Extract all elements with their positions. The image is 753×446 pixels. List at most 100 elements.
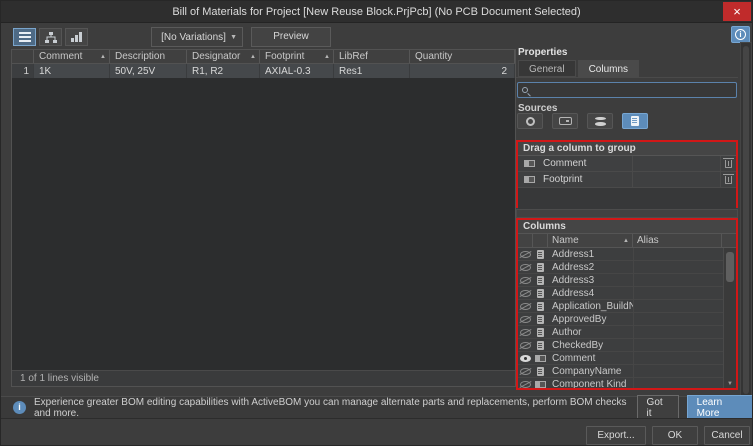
panel-scrollbar[interactable] <box>740 42 752 400</box>
ok-button[interactable]: OK <box>652 426 698 445</box>
export-button[interactable]: Export... <box>586 426 646 445</box>
visibility-eye-icon[interactable] <box>520 303 531 310</box>
cell-footprint[interactable]: AXIAL-0.3 <box>260 64 334 78</box>
list-view-button[interactable] <box>13 28 36 46</box>
tree-view-button[interactable] <box>39 28 62 46</box>
source-document-button[interactable] <box>622 113 648 129</box>
cancel-button[interactable]: Cancel <box>704 426 750 445</box>
info-button[interactable]: i <box>731 26 750 43</box>
group-item-footprint[interactable]: Footprint <box>518 172 736 188</box>
column-config-row[interactable]: Author <box>518 326 736 339</box>
columns-scrollbar[interactable]: ▼ <box>723 248 736 388</box>
column-header-footprint[interactable]: Footprint▲ <box>260 50 334 63</box>
visibility-eye-icon[interactable] <box>520 290 531 297</box>
annotation-rect-group: Drag a column to group Comment Footprint <box>516 140 738 208</box>
column-alias[interactable] <box>633 365 722 377</box>
cell-libref[interactable]: Res1 <box>334 64 410 78</box>
column-config-row[interactable]: CompanyName <box>518 365 736 378</box>
chart-view-button[interactable] <box>65 28 88 46</box>
variations-dropdown[interactable]: [No Variations] ▼ <box>151 27 243 47</box>
column-config-row[interactable]: Address4 <box>518 287 736 300</box>
column-alias[interactable] <box>633 248 722 260</box>
scrollbar-thumb[interactable] <box>726 252 734 282</box>
visibility-eye-icon[interactable] <box>520 329 531 336</box>
got-it-button[interactable]: Got it <box>637 395 679 421</box>
column-icon <box>524 160 535 167</box>
tab-columns[interactable]: Columns <box>578 60 639 77</box>
column-alias[interactable] <box>633 352 722 364</box>
source-database-button[interactable] <box>587 113 613 129</box>
column-alias[interactable] <box>633 326 722 338</box>
column-config-row[interactable]: Address1 <box>518 248 736 261</box>
column-config-row[interactable]: Address3 <box>518 274 736 287</box>
search-box[interactable] <box>517 82 737 98</box>
column-alias[interactable] <box>633 287 722 299</box>
row-number: 1 <box>12 64 34 78</box>
group-item-value <box>632 156 720 171</box>
visibility-eye-icon[interactable] <box>520 316 531 323</box>
column-name: Address2 <box>548 261 633 273</box>
column-alias[interactable] <box>633 378 722 390</box>
dialog-title: Bill of Materials for Project [New Reuse… <box>1 1 752 23</box>
cell-comment[interactable]: 1K <box>34 64 110 78</box>
close-button[interactable]: × <box>723 2 751 21</box>
visibility-eye-icon[interactable] <box>520 381 531 388</box>
delete-group-button[interactable] <box>720 156 736 171</box>
column-header-quantity[interactable]: Quantity <box>410 50 515 63</box>
visibility-column-header <box>518 234 533 247</box>
list-view-icon <box>19 32 31 42</box>
visibility-eye-icon[interactable] <box>520 251 531 258</box>
column-config-row[interactable]: ApprovedBy <box>518 313 736 326</box>
cell-quantity[interactable]: 2 <box>410 64 515 78</box>
panel-scrollbar-thumb[interactable] <box>743 46 749 394</box>
column-alias[interactable] <box>633 274 722 286</box>
column-name: ApprovedBy <box>548 313 633 325</box>
column-alias[interactable] <box>633 300 722 312</box>
dialog-footer: Export... OK Cancel <box>1 418 753 446</box>
source-card-button[interactable] <box>552 113 578 129</box>
column-type-icon <box>537 289 544 298</box>
column-header-description[interactable]: Description <box>110 50 187 63</box>
tab-general[interactable]: General <box>518 60 576 77</box>
visibility-eye-icon[interactable] <box>520 342 531 349</box>
column-alias[interactable] <box>633 339 722 351</box>
title-bar[interactable]: Bill of Materials for Project [New Reuse… <box>1 1 752 23</box>
column-config-row[interactable]: CheckedBy <box>518 339 736 352</box>
column-config-row[interactable]: Address2 <box>518 261 736 274</box>
document-icon <box>631 116 639 126</box>
group-item-comment[interactable]: Comment <box>518 156 736 172</box>
cell-designator[interactable]: R1, R2 <box>187 64 260 78</box>
cell-description[interactable]: 50V, 25V <box>110 64 187 78</box>
source-buttons <box>517 113 648 129</box>
bom-row[interactable]: 1 1K 50V, 25V R1, R2 AXIAL-0.3 Res1 2 <box>12 64 515 78</box>
column-config-row[interactable]: Application_BuildNumb... <box>518 300 736 313</box>
trash-icon <box>725 160 732 168</box>
column-alias[interactable] <box>633 313 722 325</box>
scroll-column-header <box>722 234 736 247</box>
learn-more-button[interactable]: Learn More <box>687 395 753 421</box>
delete-group-button[interactable] <box>720 172 736 187</box>
column-name: Component Kind <box>548 378 633 390</box>
column-type-icon <box>537 276 544 285</box>
column-header-libref[interactable]: LibRef <box>334 50 410 63</box>
tree-view-icon <box>45 32 57 43</box>
tabs-divider <box>516 77 738 78</box>
visibility-eye-icon[interactable] <box>520 264 531 271</box>
column-config-row[interactable]: Comment <box>518 352 736 365</box>
search-input[interactable] <box>532 84 712 97</box>
trash-icon <box>725 176 732 184</box>
name-column-header[interactable]: Name▲ <box>548 234 633 247</box>
column-header-designator[interactable]: Designator▲ <box>187 50 260 63</box>
visibility-eye-icon[interactable] <box>520 355 531 362</box>
column-alias[interactable] <box>633 261 722 273</box>
properties-tabs: General Columns <box>518 60 639 77</box>
column-header-comment[interactable]: Comment▲ <box>34 50 110 63</box>
column-name: Comment <box>548 352 633 364</box>
scroll-down-icon[interactable]: ▼ <box>724 381 736 387</box>
visibility-eye-icon[interactable] <box>520 368 531 375</box>
source-gear-button[interactable] <box>517 113 543 129</box>
visibility-eye-icon[interactable] <box>520 277 531 284</box>
preview-button[interactable]: Preview <box>251 27 331 47</box>
alias-column-header[interactable]: Alias <box>633 234 722 247</box>
column-config-row[interactable]: Component Kind <box>518 378 736 390</box>
